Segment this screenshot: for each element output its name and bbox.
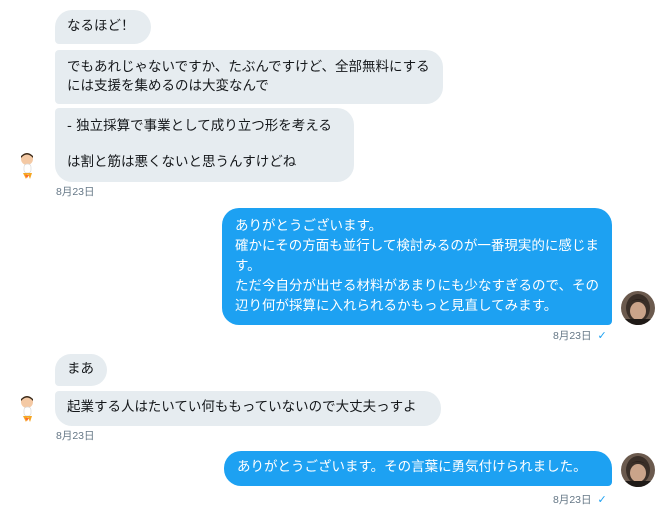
timestamp-text: 8月23日: [553, 330, 592, 342]
self-avatar-icon[interactable]: [621, 291, 655, 325]
rocket-avatar-icon[interactable]: [12, 148, 46, 182]
message-bubble-incoming[interactable]: なるほど！: [55, 10, 151, 44]
rocket-avatar-icon[interactable]: [12, 391, 46, 425]
message-bubble-incoming[interactable]: 起業する人はたいてい何ももっていないので大丈夫っすよ: [55, 391, 441, 426]
check-icon: ✓: [597, 494, 607, 506]
check-icon: ✓: [597, 330, 607, 342]
message-bubble-incoming[interactable]: でもあれじゃないですか、たぶんですけど、全部無料にするには支援を集めるのは大変な…: [55, 50, 443, 104]
message-timestamp: 8月23日: [56, 186, 95, 198]
message-timestamp: 8月23日 ✓: [553, 328, 607, 343]
message-bubble-incoming[interactable]: - 独立採算で事業として成り立つ形を考える は割と筋は悪くないと思うんすけどね: [55, 108, 354, 182]
self-avatar-icon[interactable]: [621, 453, 655, 487]
timestamp-text: 8月23日: [553, 494, 592, 506]
message-timestamp: 8月23日 ✓: [553, 492, 607, 507]
message-bubble-outgoing[interactable]: ありがとうございます。その言葉に勇気付けられました。: [224, 451, 612, 486]
message-bubble-incoming[interactable]: まあ: [55, 354, 107, 386]
message-bubble-outgoing[interactable]: ありがとうございます。 確かにその方面も並行して検討みるのが一番現実的に感じます…: [222, 208, 612, 325]
message-timestamp: 8月23日: [56, 430, 95, 442]
